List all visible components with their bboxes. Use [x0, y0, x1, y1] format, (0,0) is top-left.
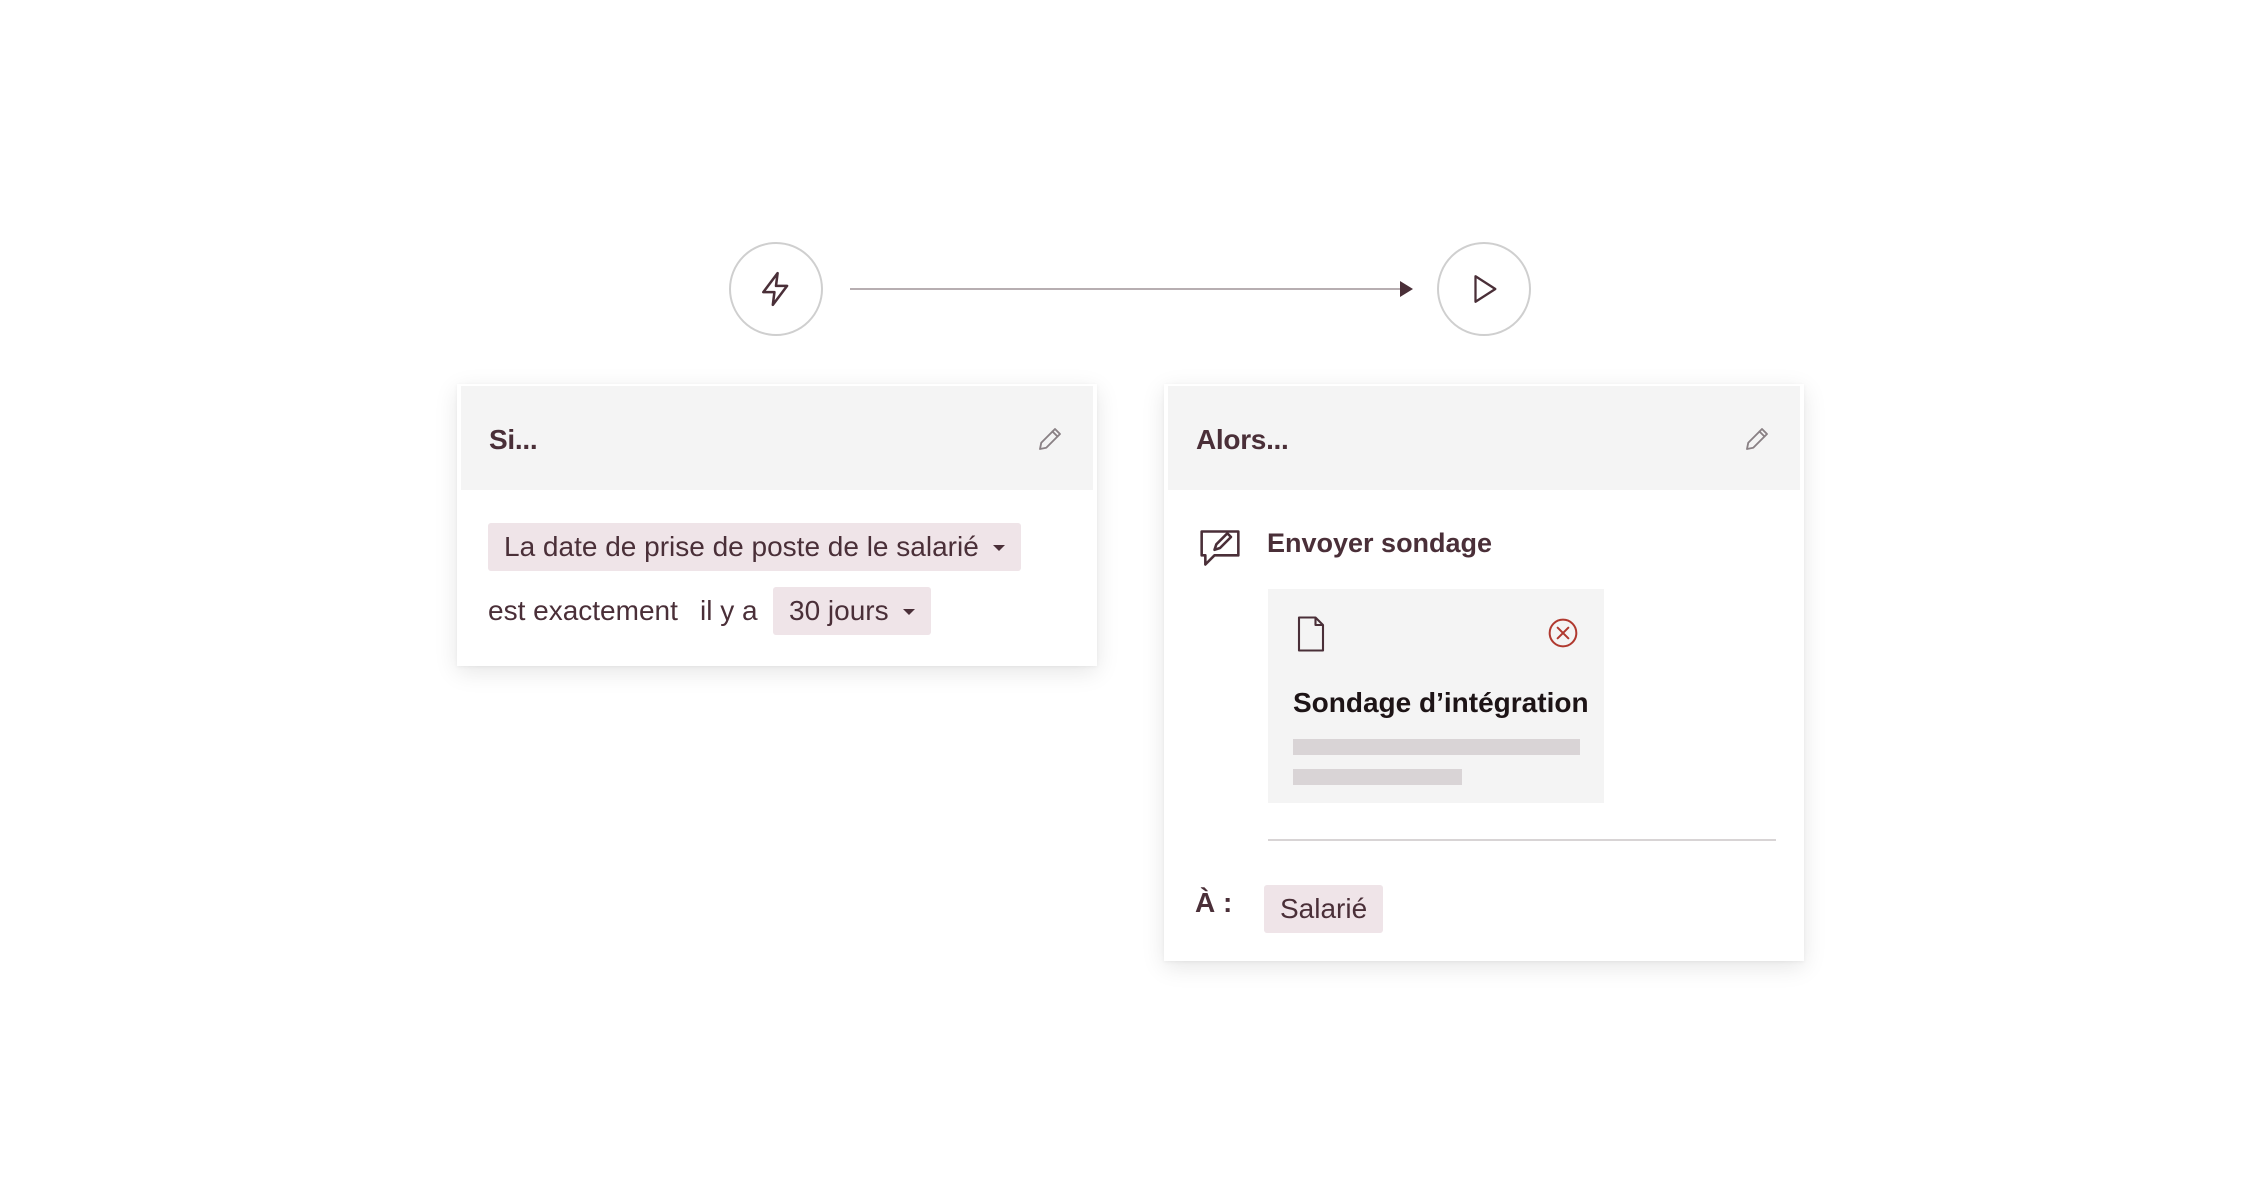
lightning-icon	[762, 271, 789, 307]
action-node[interactable]	[1437, 242, 1531, 336]
action-label: Envoyer sondage	[1267, 528, 1493, 558]
recipient-label: À :	[1195, 887, 1233, 918]
divider	[1268, 839, 1776, 841]
condition-card-header: Si...	[461, 386, 1093, 490]
operator-text: est exactement	[488, 595, 678, 626]
action-card: Alors... Envoyer sondage Sondage d’intég…	[1164, 384, 1804, 961]
range-selector[interactable]: 30 jours	[773, 587, 931, 635]
field-selector[interactable]: La date de prise de poste de le salarié	[488, 523, 1021, 571]
pencil-icon[interactable]	[1742, 424, 1772, 454]
condition-card: Si... La date de prise de poste de le sa…	[457, 384, 1097, 666]
document-icon	[1297, 616, 1325, 652]
placeholder-line	[1293, 739, 1580, 755]
recipient-chip-label: Salarié	[1280, 893, 1368, 924]
relative-text: il y a	[700, 595, 758, 626]
arrow-head	[1400, 281, 1413, 297]
chevron-down-icon	[902, 609, 915, 615]
trigger-node[interactable]	[729, 242, 823, 336]
flow-connector	[850, 288, 1405, 290]
chevron-down-icon	[992, 545, 1005, 551]
pencil-icon[interactable]	[1035, 424, 1065, 454]
survey-attachment[interactable]: Sondage d’intégration	[1268, 589, 1604, 803]
action-card-header: Alors...	[1168, 386, 1800, 490]
play-icon	[1474, 275, 1497, 303]
survey-chat-icon	[1200, 530, 1240, 566]
survey-name: Sondage d’intégration	[1293, 687, 1589, 718]
action-card-title: Alors...	[1196, 424, 1289, 455]
condition-card-title: Si...	[489, 424, 538, 455]
placeholder-line	[1293, 769, 1462, 785]
recipient-chip[interactable]: Salarié	[1264, 885, 1384, 933]
range-selector-label: 30 jours	[789, 595, 889, 626]
field-selector-label: La date de prise de poste de le salarié	[504, 531, 979, 562]
close-circle-icon[interactable]	[1547, 617, 1579, 649]
